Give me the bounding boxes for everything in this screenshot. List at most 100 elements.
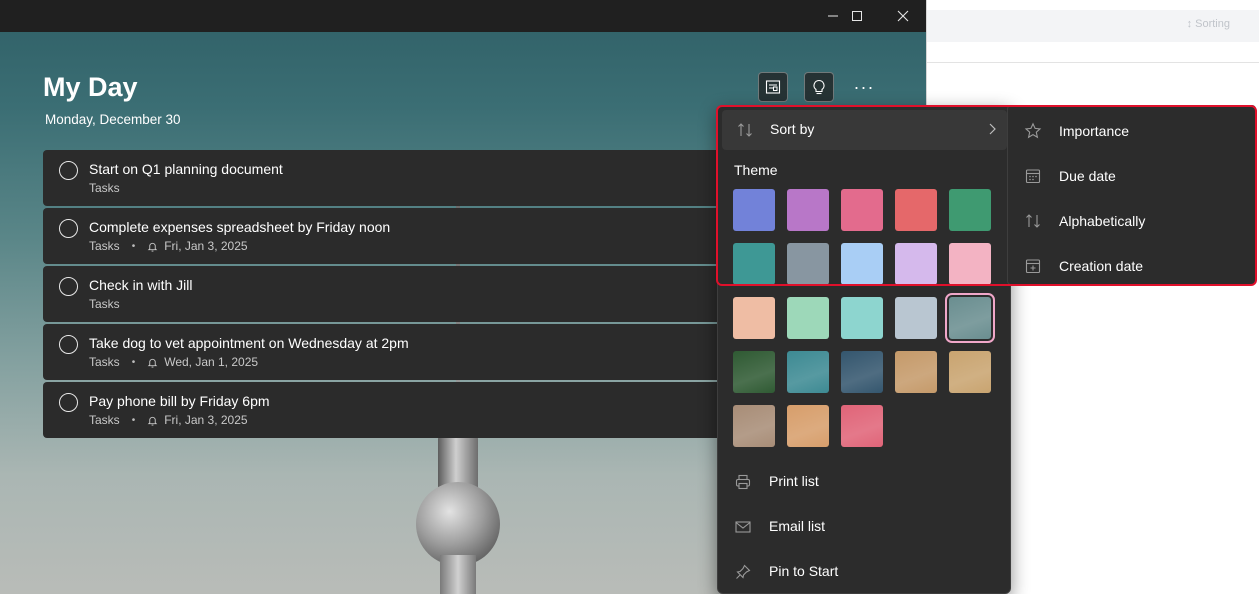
pin-to-start-menu-item[interactable]: Pin to Start [718, 552, 1010, 592]
background-sort-chip[interactable]: ↕ Sorting [1187, 18, 1230, 30]
pin-icon [734, 563, 752, 581]
page-title: My Day [43, 72, 138, 102]
calendar-add-icon [1024, 257, 1042, 275]
complete-checkbox[interactable] [59, 393, 78, 412]
task-item[interactable]: Start on Q1 planning document Tasks [43, 150, 743, 206]
pin-to-start-label: Pin to Start [769, 563, 839, 579]
background-divider [927, 62, 1259, 63]
task-meta: Tasks [89, 297, 120, 311]
task-meta: Tasks • Fri, Jan 3, 2025 [89, 239, 248, 253]
sort-creation-date-item[interactable]: Creation date [1008, 244, 1257, 286]
theme-swatch-green[interactable] [949, 189, 991, 231]
sort-by-label: Sort by [770, 121, 815, 137]
complete-checkbox[interactable] [59, 219, 78, 238]
title-bar [0, 0, 926, 32]
theme-swatch-gray[interactable] [787, 243, 829, 285]
theme-swatch-beach-photo[interactable] [787, 351, 829, 393]
calendar-icon [1024, 167, 1042, 185]
complete-checkbox[interactable] [59, 161, 78, 180]
theme-swatch-purple[interactable] [787, 189, 829, 231]
maximize-icon [852, 11, 862, 21]
suggestions-view-button[interactable] [758, 72, 788, 102]
task-list-name: Tasks [89, 355, 120, 369]
suggestions-view-icon [765, 80, 781, 94]
email-list-menu-item[interactable]: Email list [718, 507, 1010, 547]
background-window-toolbar: ↕ Sorting [927, 10, 1259, 42]
task-due-date: Fri, Jan 3, 2025 [164, 413, 248, 427]
complete-checkbox[interactable] [59, 277, 78, 296]
theme-swatch-pink[interactable] [841, 189, 883, 231]
sort-arrows-icon [736, 121, 754, 139]
maximize-button[interactable] [834, 0, 880, 32]
separator-dot: • [131, 240, 136, 252]
task-item[interactable]: Complete expenses spreadsheet by Friday … [43, 208, 743, 264]
task-list: Start on Q1 planning document Tasks Comp… [43, 150, 743, 440]
page-date: Monday, December 30 [45, 112, 181, 127]
more-options-button[interactable]: ··· [849, 72, 879, 102]
close-icon [897, 10, 909, 22]
print-list-menu-item[interactable]: Print list [718, 462, 1010, 502]
task-meta: Tasks • Wed, Jan 1, 2025 [89, 355, 258, 369]
task-due-date: Fri, Jan 3, 2025 [164, 239, 248, 253]
importance-label: Importance [1059, 123, 1130, 139]
task-title: Pay phone bill by Friday 6pm [89, 393, 270, 409]
printer-icon [734, 473, 752, 491]
task-list-name: Tasks [89, 297, 120, 311]
task-item[interactable]: Pay phone bill by Friday 6pm Tasks • Fri… [43, 382, 743, 438]
sort-by-submenu: Importance Due date Alphabetically Creat… [1007, 105, 1256, 285]
alphabetically-label: Alphabetically [1059, 213, 1146, 229]
close-button[interactable] [880, 0, 926, 32]
due-date-label: Due date [1059, 168, 1116, 184]
separator-dot: • [131, 414, 136, 426]
theme-heading: Theme [734, 162, 778, 178]
theme-swatch-pink-flower-photo[interactable] [841, 405, 883, 447]
sort-arrows-icon [1024, 212, 1042, 230]
chevron-right-icon [985, 122, 999, 136]
task-meta: Tasks • Fri, Jan 3, 2025 [89, 413, 248, 427]
task-title: Take dog to vet appointment on Wednesday… [89, 335, 409, 351]
bell-icon [147, 358, 158, 368]
mail-icon [734, 518, 752, 536]
separator-dot: • [131, 356, 136, 368]
sort-due-date-item[interactable]: Due date [1008, 154, 1257, 196]
star-icon [1024, 122, 1042, 140]
theme-swatch-lavender[interactable] [895, 243, 937, 285]
theme-swatch-aqua[interactable] [841, 297, 883, 339]
bell-icon [147, 242, 158, 252]
task-list-name: Tasks [89, 239, 120, 253]
list-options-menu: Sort by Theme Print list Email list Pin … [717, 105, 1011, 594]
theme-swatch-light-blue[interactable] [841, 243, 883, 285]
task-title: Start on Q1 planning document [89, 161, 283, 177]
tower-shaft [440, 555, 476, 594]
theme-swatch-mint[interactable] [787, 297, 829, 339]
task-list-name: Tasks [89, 181, 120, 195]
theme-swatch-red[interactable] [895, 189, 937, 231]
bell-icon [147, 416, 158, 426]
theme-swatch-tower-photo[interactable] [945, 293, 995, 343]
theme-swatch-silver[interactable] [895, 297, 937, 339]
task-item[interactable]: Check in with Jill Tasks [43, 266, 743, 322]
sort-by-menu-item[interactable]: Sort by [722, 110, 1007, 150]
sort-importance-item[interactable]: Importance [1008, 109, 1257, 151]
complete-checkbox[interactable] [59, 335, 78, 354]
print-list-label: Print list [769, 473, 819, 489]
theme-swatch-peach[interactable] [733, 297, 775, 339]
theme-swatch-desert-photo[interactable] [949, 351, 991, 393]
theme-swatch-palms-photo[interactable] [895, 351, 937, 393]
theme-swatch-poppy-photo[interactable] [787, 405, 829, 447]
theme-swatch-leaves-photo[interactable] [733, 351, 775, 393]
task-title: Check in with Jill [89, 277, 193, 293]
task-meta: Tasks [89, 181, 120, 195]
theme-swatch-lighthouse-photo[interactable] [733, 405, 775, 447]
screen: ↕ Sorting My Day Monday, December 30 ···… [0, 0, 1259, 594]
task-due-date: Wed, Jan 1, 2025 [164, 355, 259, 369]
theme-swatch-mountains-photo[interactable] [841, 351, 883, 393]
task-item[interactable]: Take dog to vet appointment on Wednesday… [43, 324, 743, 380]
task-title: Complete expenses spreadsheet by Friday … [89, 219, 391, 235]
sort-alphabetically-item[interactable]: Alphabetically [1008, 199, 1257, 241]
theme-swatch-blue[interactable] [733, 189, 775, 231]
lightbulb-button[interactable] [804, 72, 834, 102]
lightbulb-icon [813, 79, 825, 95]
theme-swatch-teal[interactable] [733, 243, 775, 285]
theme-swatch-light-pink[interactable] [949, 243, 991, 285]
